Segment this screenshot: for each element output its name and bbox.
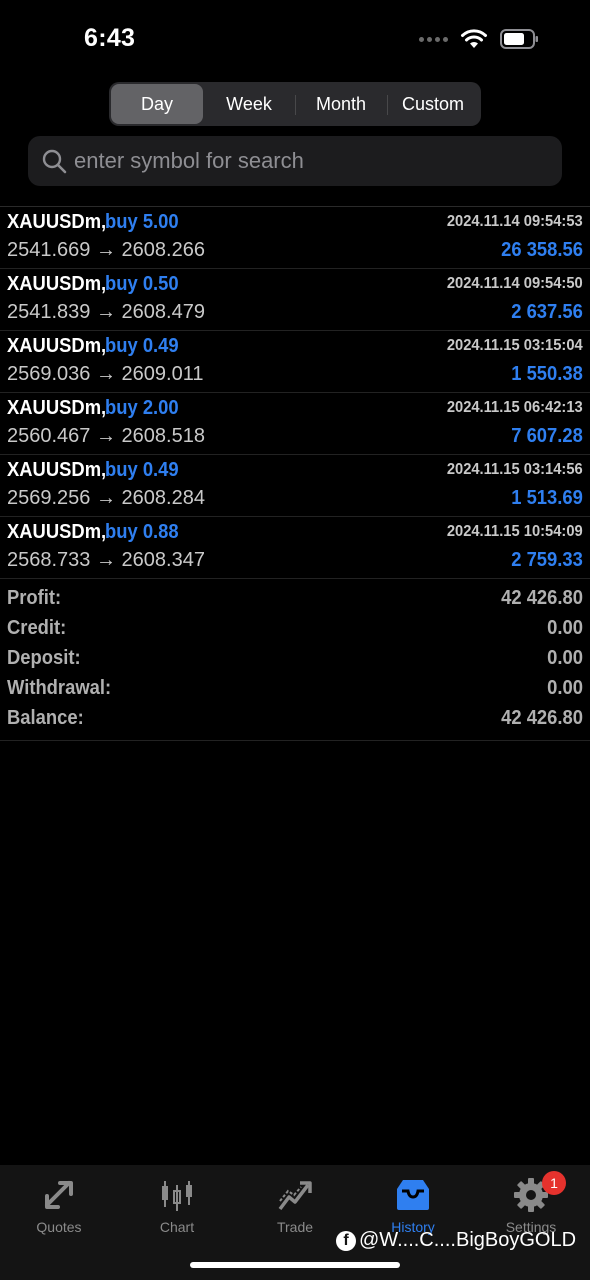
account-summary: Profit: 42 426.80 Credit: 0.00 Deposit: … [0,586,590,741]
deal-time: 2024.11.15 03:15:04 [447,337,583,354]
deal-row[interactable]: XAUUSDm, buy 0.49 2569.036 → 2609.011 20… [0,331,590,393]
battery-icon [500,29,538,49]
deal-type: buy 0.88 [105,521,179,543]
chart-icon [162,1181,192,1211]
search-icon [42,149,67,174]
deal-type: buy 5.00 [105,211,179,233]
tab-label: Chart [159,1219,195,1235]
summary-label: Balance: [7,707,84,729]
tab-day[interactable]: Day [111,84,203,124]
search-bar[interactable] [28,136,562,186]
deal-prices: 2569.256 → 2608.284 [7,487,205,509]
deal-time: 2024.11.15 10:54:09 [447,523,583,540]
deal-prices: 2568.733 → 2608.347 [7,549,205,571]
summary-row-deposit: Deposit: 0.00 [0,646,590,676]
summary-value: 42 426.80 [501,707,583,729]
deal-symbol: XAUUSDm, [7,521,107,543]
deal-prices: 2569.036 → 2609.011 [7,363,204,385]
deal-row[interactable]: XAUUSDm, buy 0.50 2541.839 → 2608.479 20… [0,269,590,331]
deal-time: 2024.11.15 03:14:56 [447,461,583,478]
summary-row-withdrawal: Withdrawal: 0.00 [0,676,590,706]
watermark: f @W....C....BigBoyGOLD [336,1229,576,1252]
deal-prices: 2560.467 → 2608.518 [7,425,205,447]
segment-divider [295,95,296,115]
tab-label: Quotes [36,1219,82,1235]
watermark-text: @W....C....BigBoyGOLD [359,1229,577,1251]
home-indicator [190,1262,400,1268]
deal-row[interactable]: XAUUSDm, buy 5.00 2541.669 → 2608.266 20… [0,207,590,269]
segment-divider [387,95,388,115]
facebook-icon: f [336,1230,356,1251]
quotes-icon [45,1181,73,1209]
deal-row[interactable]: XAUUSDm, buy 2.00 2560.467 → 2608.518 20… [0,393,590,455]
deal-time: 2024.11.14 09:54:53 [447,213,583,230]
history-icon [397,1180,429,1210]
deal-symbol: XAUUSDm, [7,211,107,233]
status-bar: 6:43 [0,0,590,80]
status-icons [419,28,540,50]
status-time: 6:43 [84,24,136,52]
deal-symbol: XAUUSDm, [7,335,107,357]
summary-label: Withdrawal: [7,677,112,699]
cellular-signal-icon [419,36,448,42]
deal-symbol: XAUUSDm, [7,459,107,481]
tab-label: Trade [276,1219,314,1235]
tab-settings[interactable]: 1 Settings [472,1165,590,1280]
tab-month[interactable]: Month [295,84,387,124]
summary-label: Deposit: [7,647,81,669]
deal-symbol: XAUUSDm, [7,397,107,419]
deal-type: buy 0.49 [105,335,179,357]
trade-icon [278,1181,312,1211]
period-segmented-control: Day Week Month Custom [109,82,481,126]
deal-profit: 1 513.69 [511,487,583,509]
deal-profit: 7 607.28 [511,425,583,447]
deal-type: buy 2.00 [105,397,179,419]
summary-value: 0.00 [547,677,583,699]
summary-row-credit: Credit: 0.00 [0,616,590,646]
wifi-icon [461,29,487,48]
deal-profit: 1 550.38 [511,363,583,385]
deal-row[interactable]: XAUUSDm, buy 0.49 2569.256 → 2608.284 20… [0,455,590,517]
deal-symbol: XAUUSDm, [7,273,107,295]
deal-profit: 2 637.56 [511,301,583,323]
search-input[interactable] [74,148,544,174]
deal-type: buy 0.50 [105,273,179,295]
deal-prices: 2541.669 → 2608.266 [7,239,205,261]
summary-value: 0.00 [547,647,583,669]
summary-value: 42 426.80 [501,587,583,609]
deal-time: 2024.11.15 06:42:13 [447,399,583,416]
deal-type: buy 0.49 [105,459,179,481]
tab-week[interactable]: Week [203,84,295,124]
summary-value: 0.00 [547,617,583,639]
deal-profit: 2 759.33 [511,549,583,571]
tab-custom[interactable]: Custom [387,84,479,124]
notification-badge: 1 [542,1171,566,1195]
summary-row-profit: Profit: 42 426.80 [0,586,590,616]
deal-row[interactable]: XAUUSDm, buy 0.88 2568.733 → 2608.347 20… [0,517,590,579]
deal-time: 2024.11.14 09:54:50 [447,275,583,292]
summary-label: Credit: [7,617,67,639]
history-list: XAUUSDm, buy 5.00 2541.669 → 2608.266 20… [0,206,590,579]
summary-row-balance: Balance: 42 426.80 [0,706,590,736]
deal-prices: 2541.839 → 2608.479 [7,301,205,323]
summary-label: Profit: [7,587,62,609]
tab-quotes[interactable]: Quotes [0,1165,118,1280]
deal-profit: 26 358.56 [501,239,583,261]
